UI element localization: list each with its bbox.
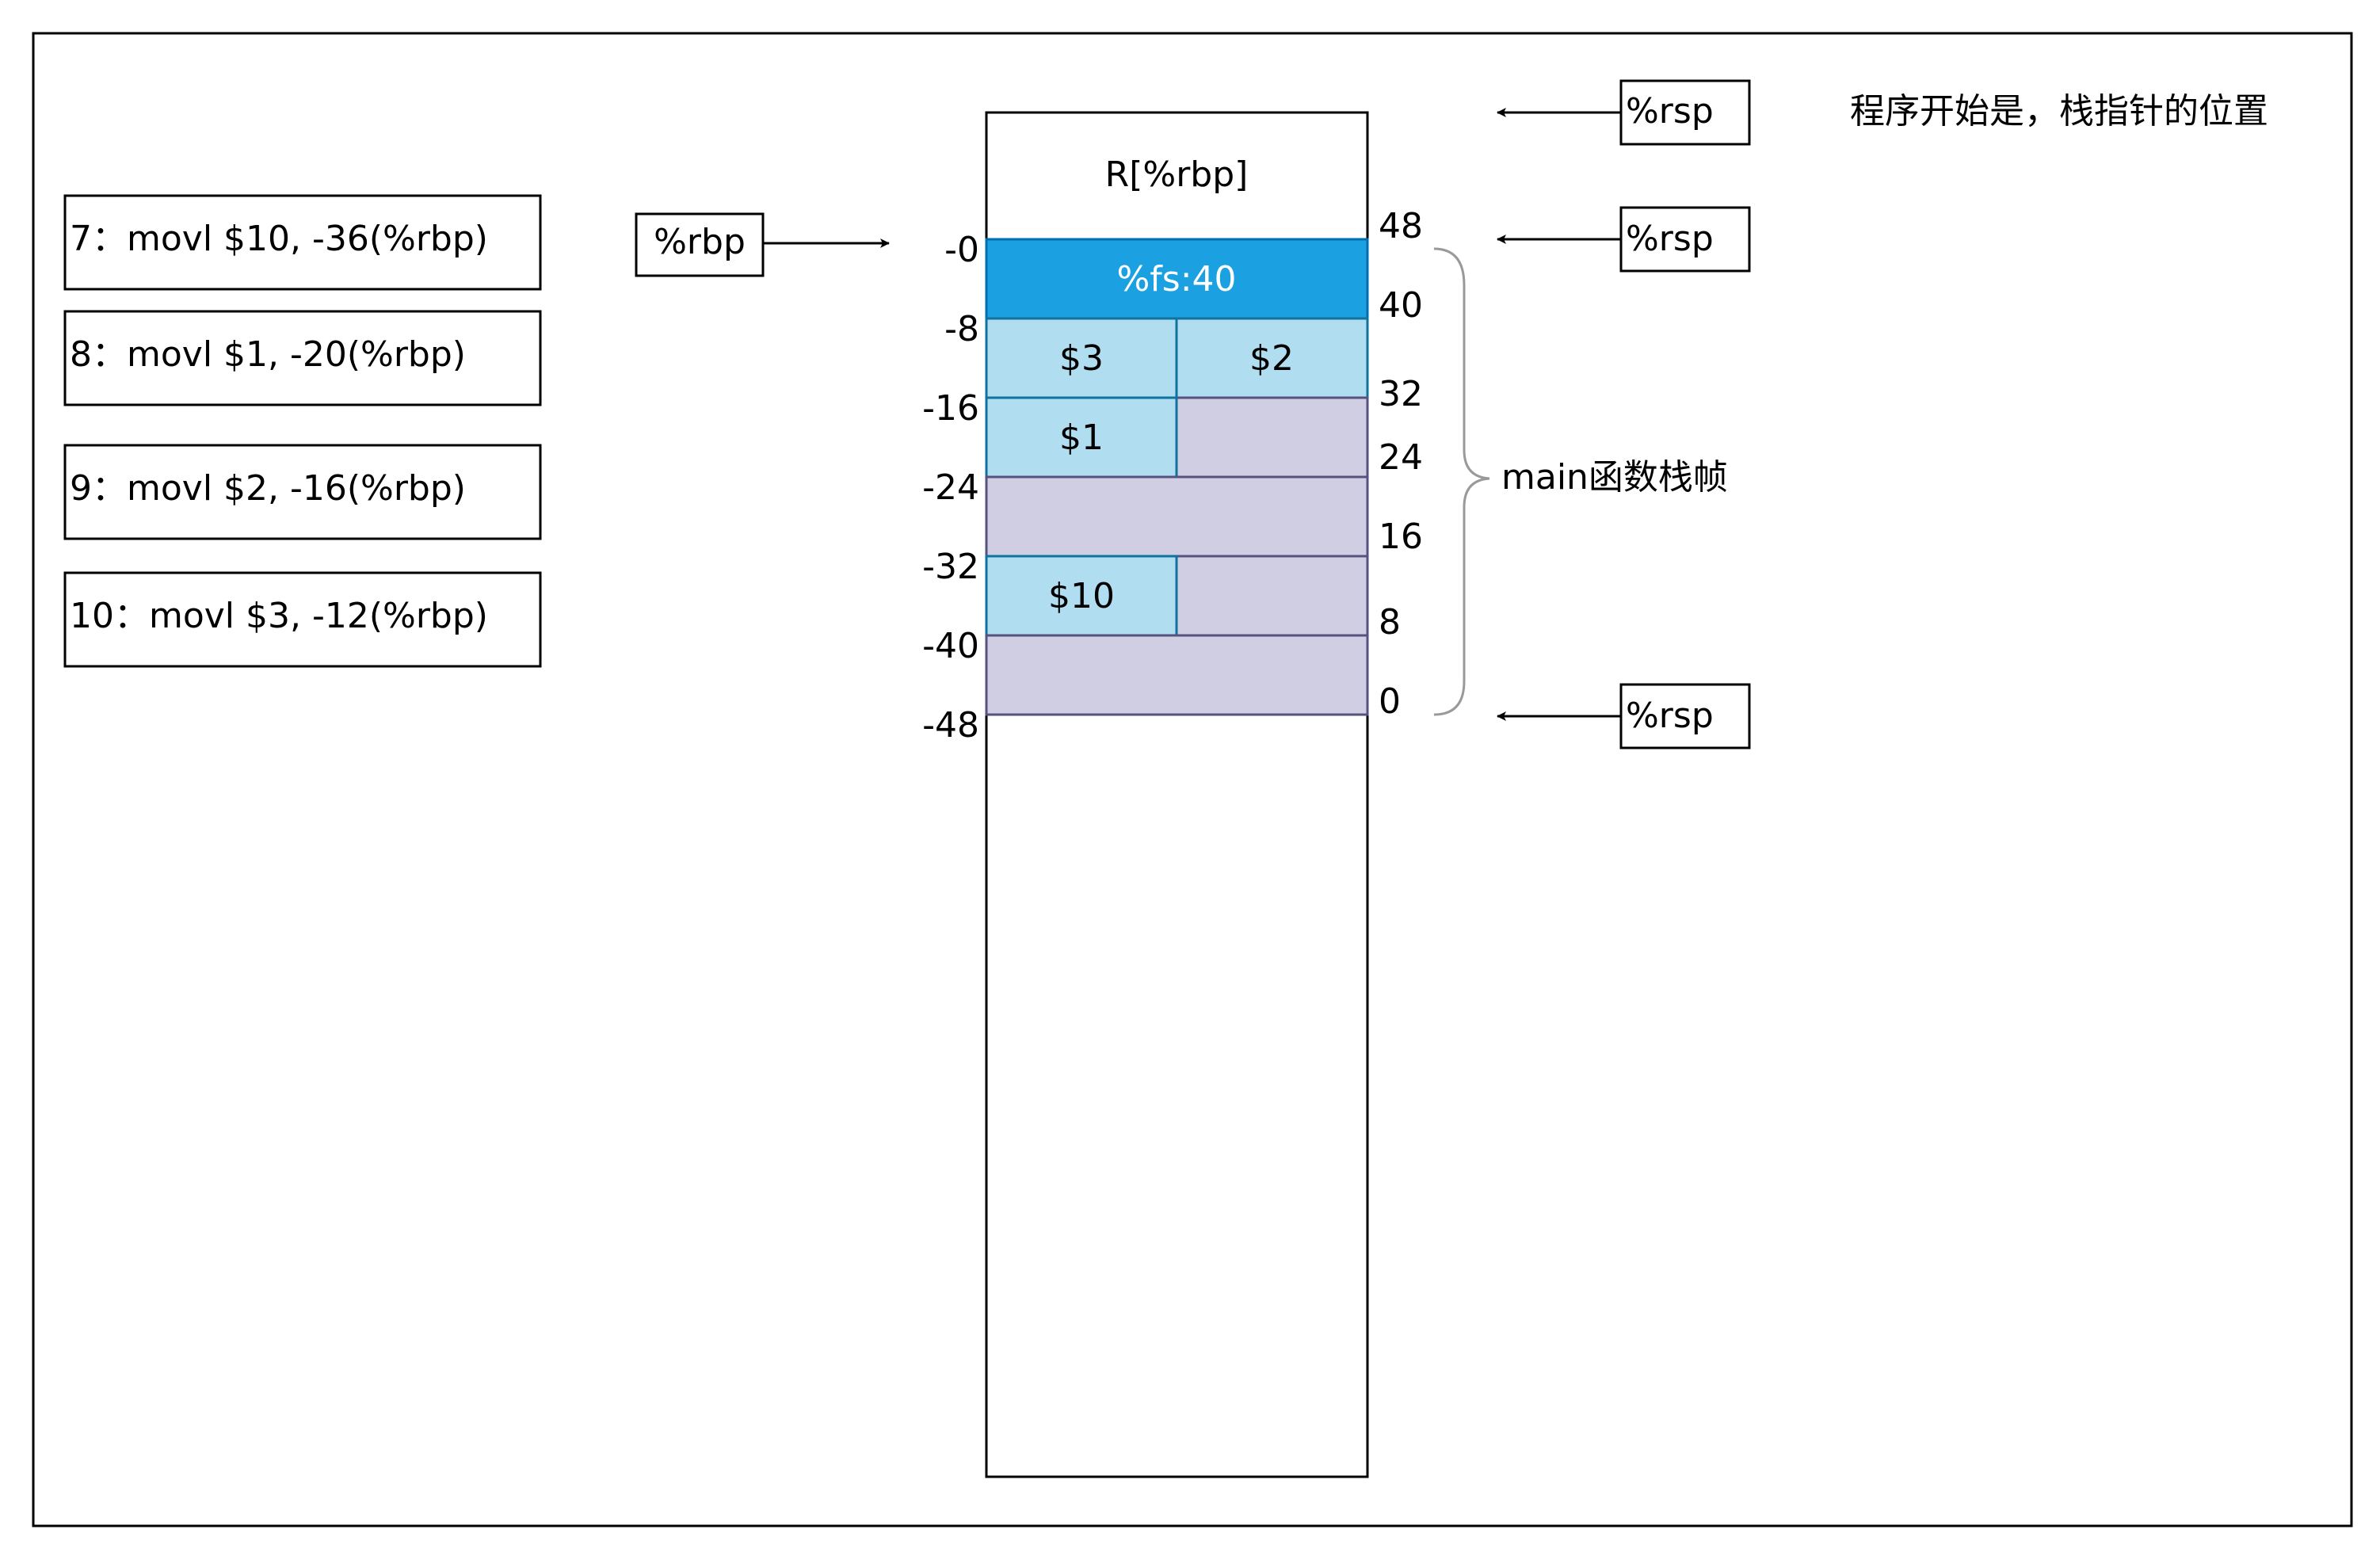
offset-label: -16 (922, 388, 979, 429)
slot-value-2-label: $2 (1249, 338, 1294, 379)
rsp-pointer-frame-top: %rsp (1497, 206, 1751, 273)
offset-label: 16 (1379, 517, 1423, 557)
slot-empty (1175, 396, 1369, 479)
slot-value-3-label: $3 (1059, 338, 1104, 379)
offset-label: -32 (922, 547, 979, 587)
stack-diagram: 7：movl $10, -36(%rbp) 8：movl $1, -20(%rb… (32, 32, 2353, 1527)
offset-label: -0 (944, 230, 979, 270)
slot-empty (1175, 555, 1369, 637)
rsp-label: %rsp (1626, 219, 1714, 259)
instruction-text: 8：movl $1, -20(%rbp) (70, 334, 466, 375)
offset-label: -24 (922, 467, 979, 508)
instruction-box-1: 7：movl $10, -36(%rbp) (63, 194, 542, 291)
offset-label: 32 (1379, 374, 1423, 414)
slot-fs-label: %fs:40 (1116, 259, 1236, 299)
frame-label: main函数栈帧 (1501, 457, 1728, 498)
offset-label: 0 (1379, 681, 1401, 722)
slot-value-10-label: $10 (1048, 576, 1115, 616)
instruction-box-4: 10：movl $3, -12(%rbp) (63, 571, 542, 668)
left-offsets: -0 -8 -16 -24 -32 -40 -48 (922, 230, 979, 746)
rsp-note: 程序开始是，栈指针的位置 (1850, 91, 2268, 132)
right-offsets: 48 40 32 24 16 8 0 (1379, 206, 1423, 722)
offset-label: -48 (922, 705, 979, 746)
rbp-pointer: %rbp (635, 212, 890, 277)
offset-label: 48 (1379, 206, 1423, 246)
rsp-pointer-frame-bottom: %rsp (1497, 683, 1751, 749)
stack-column: R[%rbp] %fs:40 $3 $2 $1 $10 (985, 111, 1369, 1478)
slot-empty (985, 634, 1369, 716)
rsp-label: %rsp (1626, 696, 1714, 736)
frame-brace (1433, 247, 1490, 716)
instruction-text: 9：movl $2, -16(%rbp) (70, 468, 466, 509)
slot-value-1-label: $1 (1059, 418, 1104, 458)
instruction-box-3: 9：movl $2, -16(%rbp) (63, 444, 542, 540)
rsp-pointer-start: %rsp (1497, 79, 1751, 146)
stack-top-label: R[%rbp] (1105, 154, 1249, 195)
rsp-label: %rsp (1626, 91, 1714, 132)
offset-label: -40 (922, 626, 979, 666)
instruction-text: 7：movl $10, -36(%rbp) (70, 219, 488, 259)
offset-label: 8 (1379, 602, 1401, 643)
instruction-box-2: 8：movl $1, -20(%rbp) (63, 310, 542, 406)
offset-label: -8 (944, 309, 979, 349)
instruction-text: 10：movl $3, -12(%rbp) (70, 596, 488, 636)
rbp-label: %rbp (654, 222, 746, 262)
offset-label: 40 (1379, 285, 1423, 326)
offset-label: 24 (1379, 437, 1423, 478)
slot-empty (985, 475, 1369, 558)
